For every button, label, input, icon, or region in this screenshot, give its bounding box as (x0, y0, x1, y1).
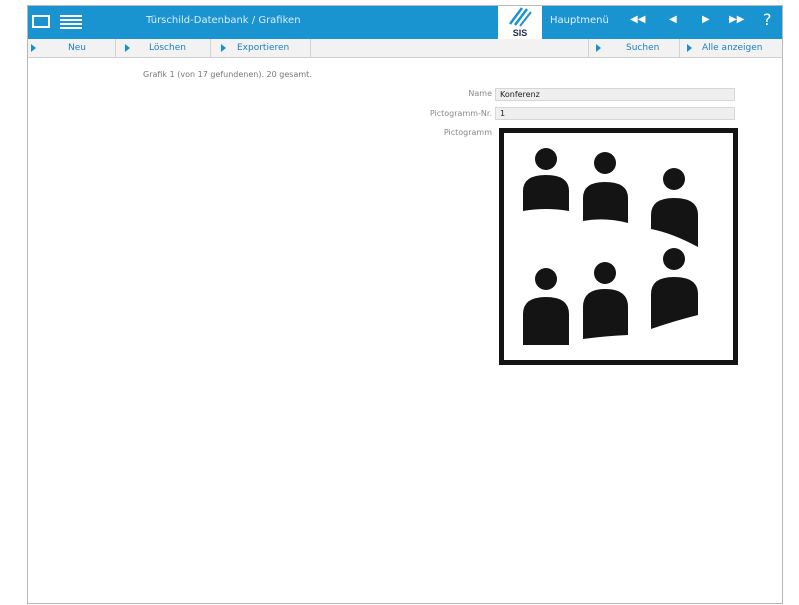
list-view-icon[interactable] (60, 15, 82, 29)
arrow-right-icon (221, 44, 226, 52)
search-button[interactable]: Suchen (588, 39, 680, 57)
record-status: Grafik 1 (von 17 gefundenen). 20 gesamt. (143, 70, 312, 79)
export-button-label: Exportieren (237, 43, 290, 53)
sis-logo: SIS (498, 6, 542, 39)
last-record-button[interactable]: ▶▶ (729, 14, 744, 25)
app-title: Türschild-Datenbank / Grafiken (146, 15, 301, 26)
title-bar: Türschild-Datenbank / Grafiken SIS Haupt… (28, 6, 782, 39)
pictogram-image (499, 128, 738, 365)
next-record-button[interactable]: ▶ (702, 14, 710, 25)
arrow-right-icon (125, 44, 130, 52)
delete-button[interactable]: Löschen (116, 39, 211, 57)
arrow-right-icon (596, 44, 601, 52)
arrow-right-icon (31, 44, 36, 52)
sis-logo-mark-icon (509, 7, 532, 27)
conference-pictogram-icon (523, 148, 698, 345)
app-window: Türschild-Datenbank / Grafiken SIS Haupt… (27, 5, 783, 604)
pictogram-number-label: Pictogramm-Nr. (429, 109, 492, 118)
delete-button-label: Löschen (149, 43, 186, 53)
help-button[interactable]: ? (763, 10, 772, 29)
previous-record-button[interactable]: ◀ (669, 14, 677, 25)
arrow-right-icon (687, 44, 692, 52)
export-button[interactable]: Exportieren (211, 39, 311, 57)
name-label: Name (468, 89, 492, 98)
search-button-label: Suchen (626, 43, 660, 53)
sis-logo-text: SIS (512, 28, 528, 38)
pictogram-label: Pictogramm (443, 128, 492, 137)
new-button[interactable]: Neu (28, 39, 116, 57)
form-view-icon[interactable] (32, 15, 50, 28)
new-button-label: Neu (68, 43, 86, 53)
toolbar: Neu Löschen Exportieren Suchen Alle anze… (28, 39, 782, 58)
name-field[interactable]: Konferenz (495, 88, 735, 101)
show-all-button-label: Alle anzeigen (702, 43, 763, 53)
show-all-button[interactable]: Alle anzeigen (680, 39, 782, 57)
first-record-button[interactable]: ◀◀ (630, 14, 645, 25)
pictogram-number-field[interactable]: 1 (495, 107, 735, 120)
main-menu-link[interactable]: Hauptmenü (550, 15, 609, 26)
